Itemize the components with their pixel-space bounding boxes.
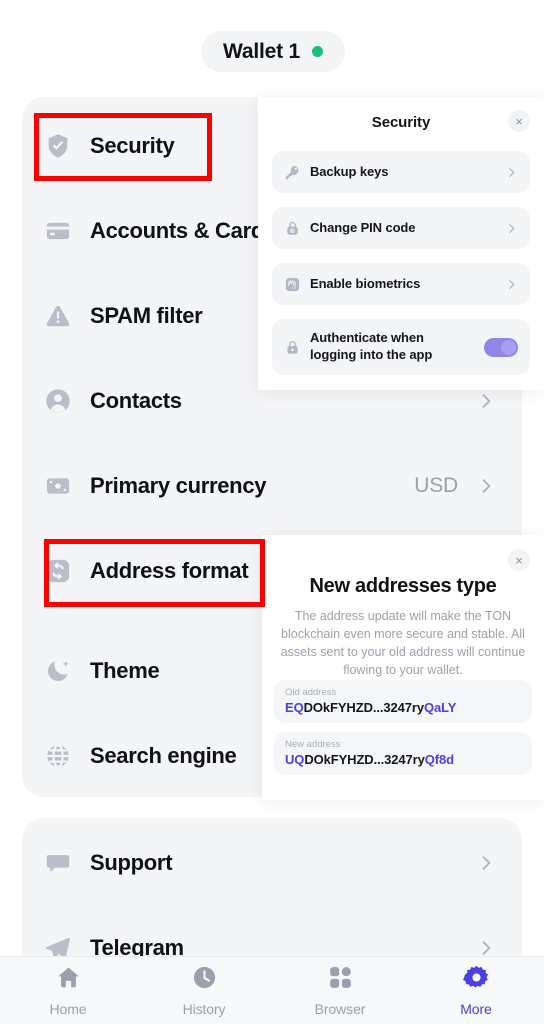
security-item-label: Backup keys bbox=[310, 163, 389, 179]
sidebar-item-label: Theme bbox=[90, 658, 160, 683]
gear-icon bbox=[462, 964, 490, 996]
moon-icon bbox=[44, 657, 90, 685]
security-item-label: Authenticate when logging into the app bbox=[310, 330, 433, 362]
lock-icon bbox=[284, 339, 310, 356]
security-panel-title: Security bbox=[371, 114, 431, 131]
sidebar-item-label: Primary currency bbox=[90, 473, 267, 498]
toggle-knob bbox=[501, 339, 516, 355]
highlight-box-address-format bbox=[44, 539, 265, 607]
old-address-label: Old address bbox=[285, 686, 337, 698]
old-address-prefix: EQ bbox=[285, 699, 304, 715]
chevron-right-icon bbox=[476, 391, 496, 411]
security-items-list: Backup keys Change PIN code Enable biome… bbox=[258, 151, 544, 375]
credit-card-icon bbox=[44, 217, 90, 245]
new-address-label: New address bbox=[285, 738, 341, 750]
nav-label: More bbox=[460, 1001, 492, 1017]
wallet-selector-pill[interactable]: Wallet 1 bbox=[201, 31, 345, 72]
app-screen: Wallet 1 Security Accounts & Cards SPAM … bbox=[0, 0, 544, 1024]
chevron-right-icon bbox=[505, 166, 518, 179]
new-address-suffix: Qf8d bbox=[424, 751, 454, 767]
clock-icon bbox=[191, 964, 218, 996]
security-item-backup-keys[interactable]: Backup keys bbox=[272, 151, 530, 193]
wallet-status-dot bbox=[311, 46, 323, 57]
sidebar-item-label: SPAM filter bbox=[90, 303, 203, 328]
chevron-right-icon bbox=[505, 278, 518, 291]
authenticate-toggle[interactable] bbox=[484, 337, 518, 357]
address-panel-title: New addresses type bbox=[309, 575, 497, 597]
address-format-panel: × New addresses type The address update … bbox=[262, 535, 544, 800]
security-item-label: Enable biometrics bbox=[310, 275, 421, 291]
close-icon[interactable]: × bbox=[508, 110, 530, 132]
settings-links-card: Support Telegram bbox=[22, 818, 522, 978]
sidebar-item-primary-currency[interactable]: Primary currency USD bbox=[22, 455, 522, 517]
new-address-value: UQDOkFYHZD...3247ryQf8d bbox=[285, 752, 521, 767]
warning-icon bbox=[44, 302, 90, 330]
sidebar-item-label: Support bbox=[90, 850, 173, 875]
chevron-right-icon bbox=[476, 853, 496, 873]
chevron-right-icon bbox=[505, 222, 518, 235]
nav-item-more[interactable]: More bbox=[408, 964, 544, 1017]
new-address-middle: DOkFYHZD...3247ry bbox=[304, 751, 425, 767]
sidebar-item-label: Accounts & Cards bbox=[90, 218, 276, 243]
highlight-box-security bbox=[34, 113, 212, 181]
lock-clock-icon bbox=[284, 220, 310, 237]
security-item-change-pin[interactable]: Change PIN code bbox=[272, 207, 530, 249]
old-address-suffix: QaLY bbox=[424, 699, 457, 715]
close-icon[interactable]: × bbox=[508, 549, 530, 571]
key-icon bbox=[284, 164, 310, 181]
sidebar-item-support[interactable]: Support bbox=[22, 832, 522, 894]
primary-currency-value: USD bbox=[414, 474, 458, 497]
new-address-box: New address UQDOkFYHZD...3247ryQf8d bbox=[274, 731, 532, 775]
new-address-prefix: UQ bbox=[285, 751, 305, 767]
old-address-box: Old address EQDOkFYHZD...3247ryQaLY bbox=[274, 679, 532, 723]
banknote-icon bbox=[44, 472, 90, 500]
bottom-navigation-bar: Home History Browser More bbox=[0, 956, 544, 1024]
fingerprint-icon bbox=[284, 276, 310, 293]
nav-label: Browser bbox=[314, 1001, 366, 1017]
security-panel: Security × Backup keys Change PIN code E… bbox=[258, 97, 544, 390]
security-item-label: Change PIN code bbox=[310, 219, 416, 235]
nav-item-history[interactable]: History bbox=[136, 964, 272, 1017]
nav-item-home[interactable]: Home bbox=[0, 964, 136, 1017]
chat-bubble-icon bbox=[44, 849, 90, 877]
chevron-right-icon bbox=[476, 938, 496, 958]
chevron-right-icon bbox=[476, 476, 496, 496]
nav-label: History bbox=[182, 1001, 226, 1017]
grid-icon bbox=[327, 964, 354, 996]
wallet-name: Wallet 1 bbox=[223, 39, 300, 63]
nav-label: Home bbox=[49, 1001, 87, 1017]
nav-item-browser[interactable]: Browser bbox=[272, 964, 408, 1017]
sidebar-item-label: Contacts bbox=[90, 388, 182, 413]
old-address-middle: DOkFYHZD...3247ry bbox=[303, 699, 425, 715]
security-item-authenticate-on-login[interactable]: Authenticate when logging into the app bbox=[272, 319, 530, 375]
globe-icon bbox=[44, 742, 90, 770]
sidebar-item-label: Search engine bbox=[90, 743, 237, 768]
home-icon bbox=[55, 964, 82, 996]
old-address-value: EQDOkFYHZD...3247ryQaLY bbox=[285, 700, 521, 715]
person-icon bbox=[44, 387, 90, 415]
security-item-enable-biometrics[interactable]: Enable biometrics bbox=[272, 263, 530, 305]
address-panel-description: The address update will make the TON blo… bbox=[280, 609, 526, 678]
